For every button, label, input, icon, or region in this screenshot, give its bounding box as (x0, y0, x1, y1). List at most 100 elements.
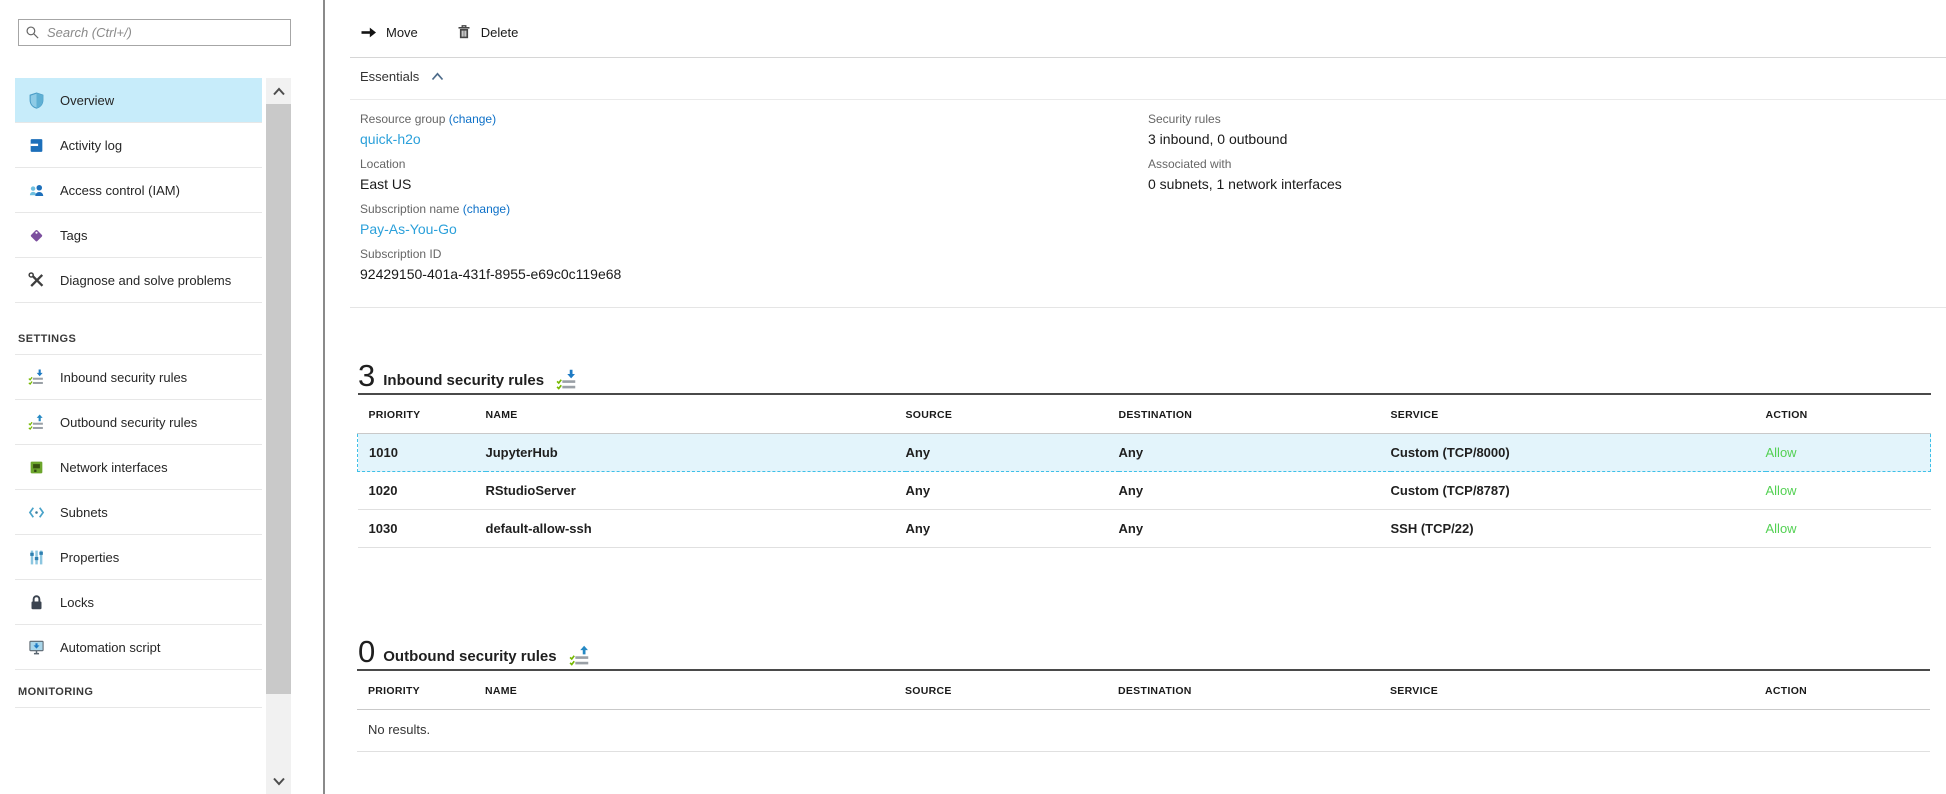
subnets-icon (28, 504, 45, 521)
sidebar-item-label: Inbound security rules (60, 370, 187, 385)
outbound-rules-icon (569, 645, 591, 667)
sidebar-item-locks[interactable]: Locks (15, 580, 262, 625)
panel-divider (323, 0, 325, 794)
resource-group-change-link[interactable]: (change) (449, 112, 496, 126)
essentials-bottom-divider (350, 307, 1946, 308)
table-row[interactable]: 1010 JupyterHub Any Any Custom (TCP/8000… (358, 434, 1931, 472)
subscription-change-link[interactable]: (change) (463, 202, 510, 216)
column-header-name: NAME (485, 670, 905, 710)
field-resource-group: Resource group (change) quick-h2o (360, 111, 621, 149)
outbound-rules-icon (28, 414, 45, 431)
cell-service: Custom (TCP/8000) (1391, 434, 1766, 472)
no-results-message: No results. (357, 710, 1930, 752)
cell-name: JupyterHub (486, 434, 906, 472)
outbound-rules-title: Outbound security rules (383, 645, 556, 669)
cell-priority: 1020 (358, 472, 486, 510)
sidebar-item-label: Subnets (60, 505, 108, 520)
cell-priority: 1030 (358, 510, 486, 548)
diagnose-icon (28, 272, 45, 289)
search-input[interactable] (47, 25, 284, 40)
sidebar: Overview Activity log Access control (IA… (0, 0, 323, 794)
properties-icon (28, 549, 45, 566)
resource-group-label: Resource group (360, 112, 445, 126)
scrollbar-thumb[interactable] (266, 104, 291, 694)
inbound-rules-icon (556, 369, 578, 391)
cell-service: Custom (TCP/8787) (1391, 472, 1766, 510)
cell-action: Allow (1766, 472, 1931, 510)
sidebar-item-label: Overview (60, 93, 114, 108)
scrollbar-up-button[interactable] (266, 78, 291, 104)
field-security-rules: Security rules 3 inbound, 0 outbound (1148, 111, 1342, 149)
sidebar-item-activity-log[interactable]: Activity log (15, 123, 262, 168)
scrollbar-down-button[interactable] (266, 768, 291, 794)
sidebar-item-access-control[interactable]: Access control (IAM) (15, 168, 262, 213)
shield-icon (28, 92, 45, 109)
trash-icon (456, 24, 472, 40)
security-rules-label: Security rules (1148, 111, 1342, 127)
sidebar-item-automation-script[interactable]: Automation script (15, 625, 262, 670)
essentials-toggle[interactable]: Essentials (360, 64, 444, 88)
lock-icon (28, 594, 45, 611)
resource-group-value[interactable]: quick-h2o (360, 129, 621, 149)
essentials-top-divider (350, 99, 1946, 100)
column-header-destination: DESTINATION (1118, 670, 1390, 710)
sidebar-item-label: Activity log (60, 138, 122, 153)
field-subscription-id: Subscription ID 92429150-401a-431f-8955-… (360, 246, 621, 284)
cell-name: RStudioServer (486, 472, 906, 510)
inbound-rules-icon (28, 369, 45, 386)
inbound-rules-count: 3 (358, 359, 375, 393)
table-row[interactable]: 1030 default-allow-ssh Any Any SSH (TCP/… (358, 510, 1931, 548)
cell-destination: Any (1119, 472, 1391, 510)
network-interfaces-icon (28, 459, 45, 476)
inbound-rules-table: PRIORITY NAME SOURCE DESTINATION SERVICE… (357, 393, 1930, 548)
menu-gap (15, 303, 262, 317)
inbound-rules-heading: 3 Inbound security rules (358, 351, 578, 393)
sidebar-item-tags[interactable]: Tags (15, 213, 262, 258)
sidebar-item-subnets[interactable]: Subnets (15, 490, 262, 535)
table-header-row: PRIORITY NAME SOURCE DESTINATION SERVICE… (358, 394, 1931, 434)
subscription-id-value: 92429150-401a-431f-8955-e69c0c119e68 (360, 264, 621, 284)
access-control-icon (28, 182, 45, 199)
tag-icon (28, 227, 45, 244)
location-value: East US (360, 174, 621, 194)
automation-script-icon (28, 639, 45, 656)
delete-button[interactable]: Delete (456, 24, 519, 40)
cell-action: Allow (1766, 434, 1931, 472)
field-location: Location East US (360, 156, 621, 194)
sidebar-item-overview[interactable]: Overview (15, 78, 262, 123)
column-header-action: ACTION (1766, 394, 1931, 434)
sidebar-item-label: Access control (IAM) (60, 183, 180, 198)
cell-service: SSH (TCP/22) (1391, 510, 1766, 548)
command-toolbar: Move Delete (360, 18, 518, 46)
outbound-rules-heading: 0 Outbound security rules (358, 627, 591, 669)
subscription-name-value[interactable]: Pay-As-You-Go (360, 219, 621, 239)
move-button[interactable]: Move (360, 25, 418, 40)
sidebar-item-properties[interactable]: Properties (15, 535, 262, 580)
cell-source: Any (906, 472, 1119, 510)
subscription-name-label: Subscription name (360, 202, 459, 216)
column-header-source: SOURCE (906, 394, 1119, 434)
toolbar-divider (350, 57, 1946, 58)
cell-destination: Any (1119, 434, 1391, 472)
sidebar-item-network-interfaces[interactable]: Network interfaces (15, 445, 262, 490)
sidebar-item-inbound-security-rules[interactable]: Inbound security rules (15, 355, 262, 400)
column-header-destination: DESTINATION (1119, 394, 1391, 434)
essentials-right-column: Security rules 3 inbound, 0 outbound Ass… (1148, 111, 1342, 201)
chevron-down-icon (272, 777, 286, 786)
field-subscription-name: Subscription name (change) Pay-As-You-Go (360, 201, 621, 239)
move-arrow-icon (360, 25, 377, 40)
sidebar-item-diagnose[interactable]: Diagnose and solve problems (15, 258, 262, 303)
outbound-rules-count: 0 (358, 635, 375, 669)
sidebar-item-label: Properties (60, 550, 119, 565)
cell-action: Allow (1766, 510, 1931, 548)
column-header-action: ACTION (1765, 670, 1930, 710)
column-header-priority: PRIORITY (357, 670, 485, 710)
sidebar-scrollbar (266, 78, 291, 794)
collapse-chevron-icon (431, 72, 444, 81)
sidebar-item-outbound-security-rules[interactable]: Outbound security rules (15, 400, 262, 445)
table-row[interactable]: 1020 RStudioServer Any Any Custom (TCP/8… (358, 472, 1931, 510)
settings-section-header: SETTINGS (15, 317, 262, 355)
chevron-up-icon (272, 87, 286, 96)
column-header-source: SOURCE (905, 670, 1118, 710)
sidebar-item-label: Automation script (60, 640, 160, 655)
